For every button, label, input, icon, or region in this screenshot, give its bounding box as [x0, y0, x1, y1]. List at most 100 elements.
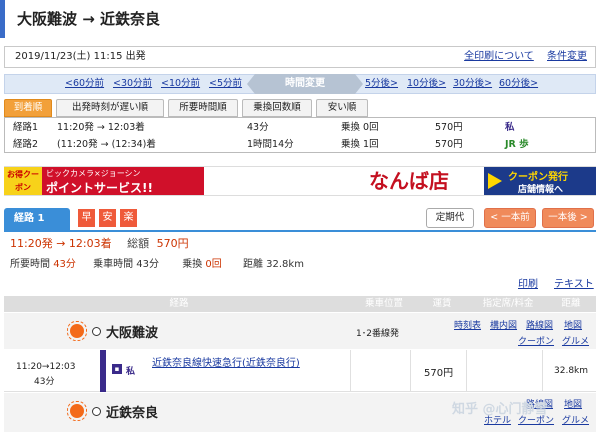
segment-time: 11:20→12:03 — [16, 362, 76, 372]
line-color-bar — [100, 350, 106, 392]
ride-time: 43分 — [136, 259, 160, 270]
header-position: 乗車位置 — [364, 298, 403, 309]
point-service-text: ポイントサービス!! — [46, 181, 153, 195]
ride-segment: 11:20→12:03 43分 ▪ 私 近鉄奈良線快速急行(近鉄奈良行) 570… — [4, 350, 596, 392]
badge-cheap: 安 — [99, 209, 116, 227]
route-tabs: 経路 1 早 安 楽 定期代 < 一本前 一本後 > — [4, 208, 596, 230]
route-duration: 1時間14分 — [247, 139, 294, 150]
sun-icon — [67, 321, 87, 341]
departure-datetime: 2019/11/23(土) 11:15 出発 — [15, 51, 146, 62]
transfer-label: 乗換 — [182, 259, 203, 270]
train-icon: ▪ — [112, 364, 122, 374]
route-time: 11:20発 → 12:03着 — [57, 122, 145, 133]
sort-tab-late-departure[interactable]: 出発時刻が遅い順 — [56, 99, 164, 117]
next-train-button[interactable]: 一本後 > — [542, 208, 594, 228]
minus-60-link[interactable]: <60分前 — [65, 75, 104, 93]
segment-fare: 570円 — [424, 368, 454, 379]
ride-time-label: 乗車時間 — [93, 259, 134, 270]
gourmet-link[interactable]: グルメ — [562, 413, 589, 426]
table-header: 経路 乗車位置 運賃 指定席/料金 距離 — [4, 296, 596, 312]
station-name-departure: 大阪難波 — [106, 326, 159, 341]
nanba-store-text: なんば店 — [334, 167, 484, 195]
tab-route-1[interactable]: 経路 1 — [4, 208, 70, 230]
sort-tab-transfers[interactable]: 乗換回数順 — [242, 99, 312, 117]
route-transfer: 乗換 1回 — [341, 139, 379, 150]
train-line-link[interactable]: 近鉄奈良線快速急行(近鉄奈良行) — [152, 357, 322, 371]
route-name: 経路1 — [13, 122, 39, 133]
sort-tab-cheapest[interactable]: 安い順 — [316, 99, 368, 117]
ad-banner[interactable]: お得クーポン ビックカメラ×ジョーシン ポイントサービス!! なんば店 クーポン… — [4, 166, 596, 196]
route-mark: JR 歩 — [505, 139, 529, 150]
route-fare: 570円 — [435, 122, 463, 133]
plus-5-link[interactable]: 5分後> — [365, 75, 398, 93]
summary-time: 11:20発 → 12:03着 — [10, 237, 112, 250]
print-links: 印刷 テキスト — [4, 275, 596, 291]
map-link[interactable]: 地図 — [564, 397, 582, 410]
minus-30-link[interactable]: <30分前 — [113, 75, 152, 93]
sort-tab-duration[interactable]: 所要時間順 — [168, 99, 238, 117]
arrow-right-icon — [488, 173, 502, 189]
header-fare: 運賃 — [432, 298, 452, 309]
station-map-link[interactable]: 構内図 — [490, 318, 517, 331]
commuter-pass-button[interactable]: 定期代 — [426, 208, 474, 228]
route-list: 経路1 11:20発 → 12:03着 43分 乗換 0回 570円 私 経路2… — [4, 117, 596, 153]
print-all-link[interactable]: 全印刷について — [464, 51, 534, 62]
change-conditions-link[interactable]: 条件変更 — [547, 51, 587, 62]
bic-logo-text: ビックカメラ×ジョーシン — [46, 169, 141, 178]
divider — [466, 350, 467, 392]
coupon-cta[interactable]: クーポン発行 店舗情報へ — [484, 167, 596, 195]
timetable-link[interactable]: 時刻表 — [454, 318, 481, 331]
time-change-button[interactable]: 時間変更 — [247, 74, 363, 94]
route-map-link[interactable]: 路線図 — [526, 318, 553, 331]
gourmet-link[interactable]: グルメ — [562, 334, 589, 347]
prev-train-button[interactable]: < 一本前 — [484, 208, 536, 228]
station-dot-icon — [92, 327, 101, 336]
route-time: (11:20発 → (12:34)着 — [57, 139, 156, 150]
route-fare: 570円 — [435, 139, 463, 150]
time-shift-bar: <60分前 <30分前 <10分前 <5分前 時間変更 5分後> 10分後> 3… — [4, 74, 596, 94]
total-label: 総額 — [127, 237, 150, 250]
minus-5-link[interactable]: <5分前 — [209, 75, 242, 93]
summary-line-1: 11:20発 → 12:03着 総額 570円 — [10, 235, 189, 251]
map-link[interactable]: 地図 — [564, 318, 582, 331]
plus-30-link[interactable]: 30分後> — [453, 75, 492, 93]
route-name: 経路2 — [13, 139, 39, 150]
platform-info: 1･2番線発 — [356, 329, 399, 339]
otoku-coupon-badge: お得クーポン — [4, 167, 42, 195]
banner-spacer — [204, 167, 334, 195]
station-row-departure: 大阪難波 1･2番線発 時刻表 構内図 路線図 地図 クーポン グルメ — [4, 313, 596, 349]
total-fare: 570円 — [156, 237, 189, 250]
date-bar: 2019/11/23(土) 11:15 出発 全印刷について 条件変更 — [4, 46, 596, 68]
print-link[interactable]: 印刷 — [518, 275, 538, 290]
plus-10-link[interactable]: 10分後> — [407, 75, 446, 93]
required-time-label: 所要時間 — [10, 259, 50, 270]
page-title: 大阪難波 → 近鉄奈良 — [0, 0, 600, 38]
coupon-link[interactable]: クーポン — [518, 334, 554, 347]
divider — [350, 350, 351, 392]
bic-ad: お得クーポン ビックカメラ×ジョーシン ポイントサービス!! — [4, 167, 204, 195]
text-link[interactable]: テキスト — [554, 275, 594, 290]
watermark: 知乎 @心门静雪 — [452, 402, 548, 417]
sort-tab-arrival[interactable]: 到着順 — [4, 99, 52, 117]
route-row-2[interactable]: 経路2 (11:20発 → (12:34)着 1時間14分 乗換 1回 570円… — [5, 136, 595, 153]
coupon-issue-text: クーポン発行 — [508, 172, 568, 183]
private-rail-icon: 私 — [126, 367, 136, 377]
route-transfer: 乗換 0回 — [341, 122, 379, 133]
minus-10-link[interactable]: <10分前 — [161, 75, 200, 93]
route-row-1[interactable]: 経路1 11:20発 → 12:03着 43分 乗換 0回 570円 私 — [5, 119, 595, 136]
segment-distance: 32.8km — [554, 366, 589, 376]
station-dot-icon — [92, 407, 101, 416]
route-summary: 11:20発 → 12:03着 総額 570円 所要時間 43分 乗車時間 43… — [4, 232, 596, 272]
segment-duration: 43分 — [34, 377, 55, 387]
transfer-count: 0回 — [205, 259, 222, 270]
plus-60-link[interactable]: 60分後> — [499, 75, 538, 93]
header-distance: 距離 — [561, 298, 581, 309]
route-mark: 私 — [505, 122, 515, 133]
distance: 32.8km — [266, 259, 304, 270]
required-time: 43分 — [53, 259, 76, 270]
distance-label: 距離 — [242, 259, 263, 270]
route-duration: 43分 — [247, 122, 269, 133]
divider — [410, 350, 411, 392]
store-info-text: 店舗情報へ — [518, 185, 564, 195]
header-route: 経路 — [169, 298, 189, 309]
